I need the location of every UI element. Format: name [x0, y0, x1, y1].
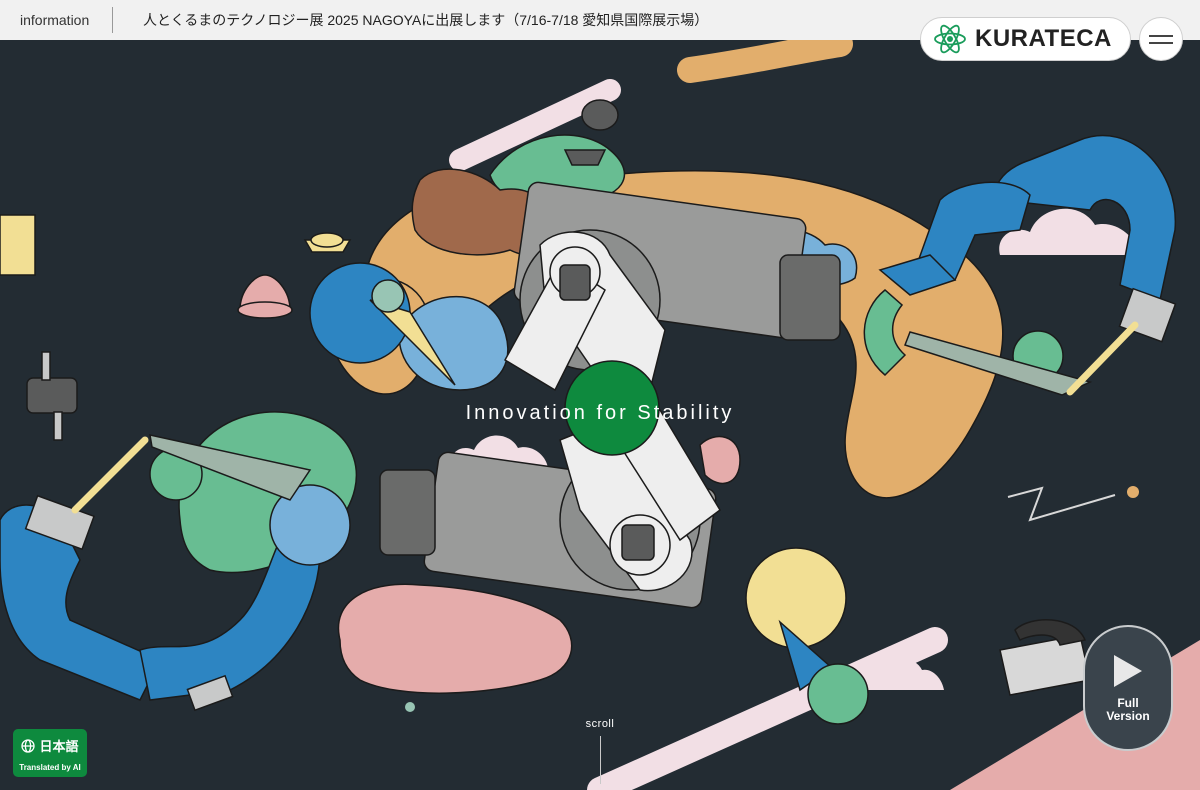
information-news-link[interactable]: 人とくるまのテクノロジー展 2025 NAGOYAに出展します（7/16-7/1…: [113, 10, 708, 30]
kurateca-logo[interactable]: KURATECA: [920, 17, 1131, 61]
play-icon: [1114, 655, 1142, 687]
information-label: information: [20, 12, 90, 28]
logo-wordmark: KURATECA: [975, 25, 1112, 52]
atom-icon: [934, 24, 966, 54]
hamburger-icon: [1149, 34, 1173, 37]
translated-by-ai-label: Translated by AI: [19, 763, 81, 772]
full-version-button[interactable]: Full Version: [1083, 625, 1173, 751]
globe-icon: [21, 738, 36, 753]
language-button-top: 日本語: [13, 736, 87, 755]
menu-button[interactable]: [1139, 17, 1183, 61]
scroll-label: scroll: [585, 718, 615, 730]
full-version-label: Full Version: [1106, 696, 1150, 723]
scroll-line: [599, 736, 601, 784]
scroll-indicator[interactable]: scroll: [570, 718, 630, 784]
hamburger-icon-line: [1149, 41, 1173, 44]
hero-tagline: Innovation for Stability: [465, 402, 735, 424]
language-button[interactable]: 日本語 Translated by AI: [13, 729, 87, 777]
language-label: 日本語: [39, 739, 79, 754]
